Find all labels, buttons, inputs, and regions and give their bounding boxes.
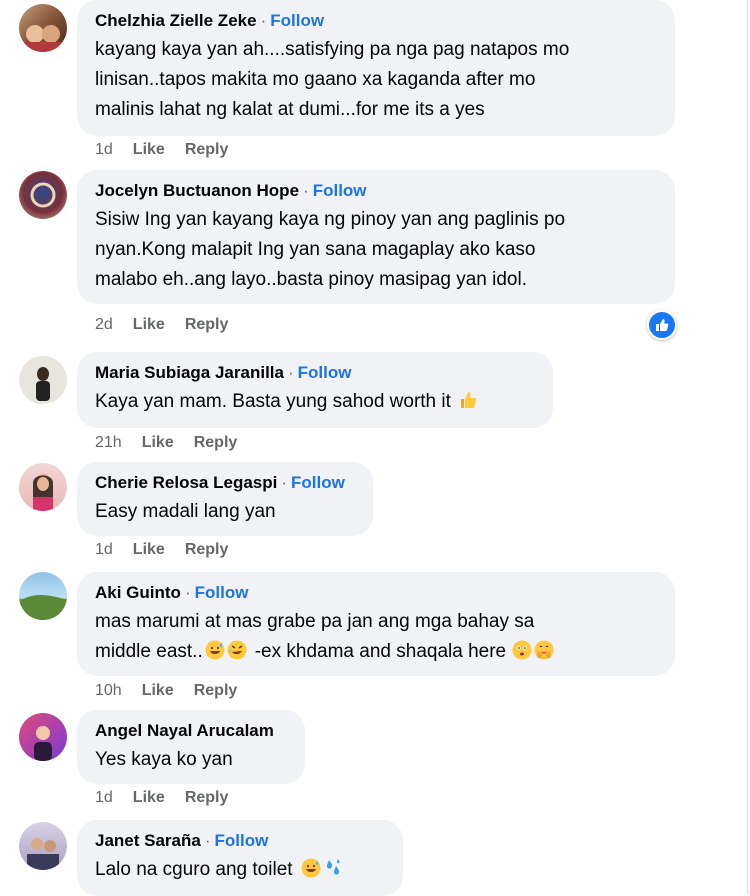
timestamp[interactable]: 10h	[95, 682, 122, 700]
comment-meta: 21h Like Reply	[95, 434, 257, 452]
reply-button[interactable]: Reply	[194, 434, 238, 452]
reply-button[interactable]: Reply	[185, 141, 229, 159]
comment-bubble: Angel Nayal Arucalam Yes kaya ko yan	[77, 710, 305, 784]
author-name[interactable]: Aki Guinto	[95, 583, 181, 602]
timestamp[interactable]: 1d	[95, 789, 113, 807]
author-name[interactable]: Cherie Relosa Legaspi	[95, 473, 277, 492]
reply-button[interactable]: Reply	[194, 682, 238, 700]
smiling-hands-emoji	[534, 640, 554, 660]
avatar[interactable]	[19, 4, 67, 52]
follow-button[interactable]: Follow	[291, 473, 345, 492]
rofl-emoji	[227, 640, 247, 660]
avatar-image	[30, 182, 56, 208]
grinning-sweat-emoji	[301, 858, 321, 878]
right-divider	[747, 0, 748, 894]
comment-meta: 1d Like Reply	[95, 789, 248, 807]
avatar[interactable]	[19, 822, 67, 870]
author-name[interactable]: Angel Nayal Arucalam	[95, 721, 274, 740]
like-button[interactable]: Like	[142, 434, 174, 452]
timestamp[interactable]: 1d	[95, 141, 113, 159]
comment-bubble: Aki Guinto · Follow mas marumi at mas grab…	[77, 572, 675, 676]
comment-meta: 10h Like Reply	[95, 682, 257, 700]
timestamp[interactable]: 2d	[95, 316, 113, 334]
reply-button[interactable]: Reply	[185, 316, 229, 334]
author-name[interactable]: Maria Subiaga Jaranilla	[95, 363, 284, 382]
separator-dot: ·	[287, 363, 294, 382]
comment-meta: 2d Like Reply	[95, 316, 248, 334]
like-button[interactable]: Like	[142, 682, 174, 700]
avatar[interactable]	[19, 572, 67, 620]
follow-button[interactable]: Follow	[195, 583, 249, 602]
reply-button[interactable]: Reply	[185, 789, 229, 807]
avatar[interactable]	[19, 463, 67, 511]
comment-text: Yes kaya ko yan	[95, 749, 233, 770]
follow-button[interactable]: Follow	[270, 11, 324, 30]
separator-dot: ·	[184, 583, 191, 602]
author-name[interactable]: Chelzhia Zielle Zeke	[95, 11, 257, 30]
comment-text: Lalo na cguro ang toilet	[95, 855, 385, 885]
comment-meta: 1d Like Reply	[95, 541, 248, 559]
comment-bubble: Jocelyn Buctuanon Hope · Follow Sisiw Ing …	[77, 170, 675, 304]
timestamp[interactable]: 1d	[95, 541, 113, 559]
comment-bubble: Chelzhia Zielle Zeke · Follow kayang kaya …	[77, 0, 675, 136]
separator-dot: ·	[303, 181, 309, 200]
comment-bubble: Janet Saraña · Follow Lalo na cguro ang to…	[77, 820, 403, 896]
comment-meta: 1d Like Reply	[95, 141, 248, 159]
sweat-droplets-emoji	[326, 859, 340, 875]
separator-dot: ·	[281, 473, 288, 492]
follow-button[interactable]: Follow	[298, 363, 352, 382]
like-reaction-icon[interactable]	[647, 310, 677, 340]
avatar-image	[27, 838, 59, 870]
comment-text: Easy madali lang yan	[95, 501, 276, 522]
author-name[interactable]: Janet Saraña	[95, 831, 201, 850]
comment-bubble: Maria Subiaga Jaranilla · Follow Kaya yan …	[77, 352, 553, 428]
author-name[interactable]: Jocelyn Buctuanon Hope	[95, 181, 299, 200]
avatar-image	[33, 474, 53, 511]
follow-button[interactable]: Follow	[313, 181, 367, 200]
like-button[interactable]: Like	[133, 789, 165, 807]
avatar-image	[24, 25, 62, 52]
thumbs-up-emoji	[461, 392, 477, 408]
separator-dot: ·	[204, 831, 211, 850]
comment-text: mas marumi at mas grabe pa jan ang mga b…	[95, 607, 657, 667]
avatar[interactable]	[19, 171, 67, 219]
like-button[interactable]: Like	[133, 541, 165, 559]
comment-bubble: Cherie Relosa Legaspi · Follow Easy madali…	[77, 462, 373, 536]
reply-button[interactable]: Reply	[185, 541, 229, 559]
follow-button[interactable]: Follow	[215, 831, 269, 850]
comment-text: Kaya yan mam. Basta yung sahod worth it	[95, 387, 535, 417]
separator-dot: ·	[260, 11, 267, 30]
grinning-sweat-emoji	[205, 640, 225, 660]
avatar[interactable]	[19, 356, 67, 404]
comment-text: Sisiw Ing yan kayang kaya ng pinoy yan a…	[95, 209, 566, 290]
comment-text: kayang kaya yan ah....satisfying pa nga …	[95, 39, 570, 120]
avatar-image	[36, 367, 50, 401]
like-button[interactable]: Like	[133, 141, 165, 159]
flushed-emoji	[512, 640, 532, 660]
avatar-image	[34, 726, 52, 761]
timestamp[interactable]: 21h	[95, 434, 122, 452]
avatar-image	[19, 595, 67, 620]
avatar[interactable]	[19, 713, 67, 761]
thumbs-up-icon	[656, 319, 669, 331]
like-button[interactable]: Like	[133, 316, 165, 334]
